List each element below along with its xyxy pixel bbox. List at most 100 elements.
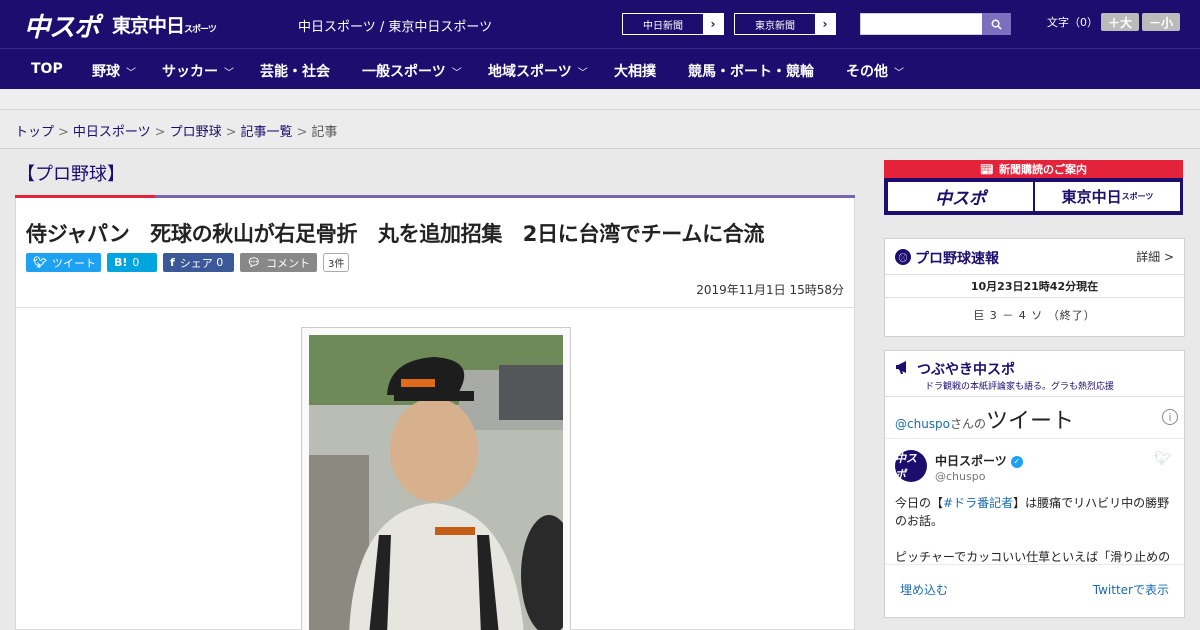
subscribe-tokyo-button[interactable]: 東京中日 スポーツ xyxy=(1035,182,1180,211)
nav-label: 大相撲 xyxy=(614,64,656,80)
player-photo-illustration xyxy=(309,335,563,630)
info-icon[interactable]: i xyxy=(1162,409,1178,425)
tokyo-chunichi-logo[interactable]: 東京中日スポーツ xyxy=(112,11,217,38)
tweet-text-prefix: 今日の【 xyxy=(895,496,944,510)
nav-item-baseball[interactable]: 野球 ﹀ xyxy=(92,61,136,81)
chunichi-shimbun-link[interactable]: 中日新聞 › xyxy=(622,13,724,35)
subscription-title: 📰︎ 新聞購読のご案内 xyxy=(884,160,1183,178)
tokyo-shimbun-label: 東京新聞 xyxy=(755,20,795,32)
main-nav: TOP 野球 ﹀ サッカー ﹀ 芸能・社会 一般スポーツ ﹀ 地域スポーツ ﹀ 大相撲 … xyxy=(0,48,1200,89)
chevron-down-icon: ﹀ xyxy=(126,68,136,79)
twitter-widget: つぶやき中スポ ドラ観戦の本紙評論家も語る。グラも熱烈応援 @chuspoさんの… xyxy=(884,350,1185,618)
twitter-widget-footer: 埋め込む Twitterで表示 xyxy=(885,565,1184,613)
chevron-down-icon: ﹀ xyxy=(451,68,462,79)
breadcrumb-pro-baseball[interactable]: プロ野球 xyxy=(170,125,222,140)
speech-bubble-icon: 💬︎ xyxy=(247,256,261,269)
search-input[interactable] xyxy=(860,13,983,35)
breadcrumb-top[interactable]: トップ xyxy=(15,125,54,140)
twitter-widget-subtitle: ドラ観戦の本紙評論家も語る。グラも熱烈応援 xyxy=(925,382,1115,392)
subscription-title-text: 新聞購読のご案内 xyxy=(998,163,1087,176)
facebook-share-button[interactable]: f シェア 0 xyxy=(163,253,234,272)
top-header: 中スポ 東京中日スポーツ 中日スポーツ / 東京中日スポーツ 中日新聞 › 東京… xyxy=(0,0,1200,48)
nav-item-top[interactable]: TOP xyxy=(31,61,63,77)
nav-label: 地域スポーツ xyxy=(488,64,572,80)
view-on-twitter-link[interactable]: Twitterで表示 xyxy=(1093,581,1169,598)
publish-date: 2019年11月1日 15時58分 xyxy=(696,283,844,297)
tweet-author-name[interactable]: 中日スポーツ ✓ xyxy=(935,452,1023,469)
embed-link[interactable]: 埋め込む xyxy=(900,581,948,598)
timeline-handle-suffix: さんの xyxy=(950,417,987,431)
chevron-right-icon: › xyxy=(815,14,835,34)
facebook-share-count: 0 xyxy=(216,256,224,269)
baseball-score-widget: ⚾︎ プロ野球速報 詳細 > 10月23日21時42分現在 巨 3 － 4 ソ … xyxy=(884,238,1185,337)
nav-label: 芸能・社会 xyxy=(260,64,330,80)
tweet-hashtag-link[interactable]: #ドラ番記者 xyxy=(943,496,1013,510)
comment-button[interactable]: 💬︎ コメント xyxy=(240,253,317,272)
verified-badge-icon: ✓ xyxy=(1010,455,1023,468)
chevron-down-icon: ﹀ xyxy=(894,68,904,79)
nav-item-other[interactable]: その他 ﹀ xyxy=(846,61,904,81)
nav-label: 競馬・ボート・競輪 xyxy=(688,64,814,80)
tokyo-shimbun-link[interactable]: 東京新聞 › xyxy=(734,13,836,35)
font-size-decrease-button[interactable]: －小 xyxy=(1142,13,1180,31)
avatar[interactable]: 中スポ xyxy=(895,450,927,482)
subscribe-tokyo-label: 東京中日 xyxy=(1061,188,1122,206)
newspaper-icon: 📰︎ xyxy=(980,162,994,176)
baseball-icon: ⚾︎ xyxy=(895,249,911,265)
tweet-timeline-header: @chuspoさんのツイート i xyxy=(885,397,1184,439)
breadcrumb-separator: > xyxy=(225,125,237,140)
article-photo[interactable] xyxy=(309,335,563,630)
megaphone-icon xyxy=(896,361,906,374)
nav-item-keiba[interactable]: 競馬・ボート・競輪 xyxy=(688,61,814,81)
article-card: 侍ジャパン 死球の秋山が右足骨折 丸を追加招集 2日に台湾でチームに合流 🐦︎ ツ… xyxy=(15,198,855,630)
article-headline: 侍ジャパン 死球の秋山が右足骨折 丸を追加招集 2日に台湾でチームに合流 xyxy=(26,222,765,246)
tweet-button[interactable]: 🐦︎ ツイート xyxy=(26,253,101,272)
tokyo-logo-small: スポーツ xyxy=(184,25,217,35)
search-button[interactable] xyxy=(982,13,1011,35)
chevron-right-icon: › xyxy=(703,14,723,34)
breadcrumb-chunichi-sports[interactable]: 中日スポーツ xyxy=(73,125,151,140)
article-divider xyxy=(16,307,854,308)
breadcrumb-separator: > xyxy=(58,125,69,140)
nav-label: 一般スポーツ xyxy=(362,64,446,80)
chuspo-logo[interactable]: 中スポ xyxy=(24,7,100,44)
timeline-title: @chuspoさんのツイート xyxy=(895,403,1074,435)
game-score[interactable]: 巨 3 － 4 ソ （終了） xyxy=(885,298,1184,334)
hatena-bookmark-button[interactable]: B! 0 xyxy=(107,253,157,272)
newspaper-subscription-banner[interactable]: 📰︎ 新聞購読のご案内 中スポ 東京中日 スポーツ xyxy=(884,160,1183,215)
comment-button-label: コメント xyxy=(265,256,310,270)
comment-count-badge[interactable]: 3件 xyxy=(323,253,350,272)
site-name: 中日スポーツ / 東京中日スポーツ xyxy=(298,20,493,35)
nav-item-general-sports[interactable]: 一般スポーツ ﹀ xyxy=(362,61,462,81)
facebook-icon: f xyxy=(170,256,175,269)
font-size-increase-button[interactable]: ＋大 xyxy=(1101,13,1139,31)
hatena-count: 0 xyxy=(132,256,140,269)
tweet-item[interactable]: 中スポ 中日スポーツ ✓ @chuspo 🐦︎ 今日の【#ドラ番記者】は腰痛でリハ… xyxy=(885,439,1184,565)
nav-item-local-sports[interactable]: 地域スポーツ ﹀ xyxy=(488,61,588,81)
tweet-button-label: ツイート xyxy=(51,256,96,270)
nav-label: TOP xyxy=(31,61,63,77)
baseball-detail-link[interactable]: 詳細 > xyxy=(1136,248,1174,265)
chunichi-shimbun-label: 中日新聞 xyxy=(643,20,683,32)
nav-item-entertainment[interactable]: 芸能・社会 xyxy=(260,61,330,81)
baseball-widget-title: プロ野球速報 xyxy=(915,251,999,267)
nav-item-soccer[interactable]: サッカー ﹀ xyxy=(162,61,234,81)
tokyo-logo-text: 東京中日 xyxy=(112,15,185,37)
tweet-text: 今日の【#ドラ番記者】は腰痛でリハビリ中の勝野のお話。 ピッチャーでカッコいい仕草… xyxy=(895,494,1175,564)
tweet-text-line2: ピッチャーでカッコいい仕草といえば「滑り止めの xyxy=(895,550,1171,564)
subscribe-chuspo-button[interactable]: 中スポ xyxy=(888,182,1033,211)
breadcrumb-separator: > xyxy=(154,125,166,140)
tweet-author-name-text: 中日スポーツ xyxy=(935,454,1007,468)
tweet-screen-name[interactable]: @chuspo xyxy=(935,470,985,483)
breadcrumb-article-list[interactable]: 記事一覧 xyxy=(241,125,293,140)
breadcrumb-current: 記事 xyxy=(311,125,338,140)
twitter-bird-icon[interactable]: 🐦︎ xyxy=(1154,451,1172,467)
article-photo-frame xyxy=(301,327,571,630)
facebook-share-label: シェア xyxy=(179,256,213,270)
nav-item-sumo[interactable]: 大相撲 xyxy=(614,61,656,81)
chevron-down-icon: ﹀ xyxy=(224,68,234,79)
baseball-widget-header: ⚾︎ プロ野球速報 詳細 > xyxy=(885,239,1184,275)
sub-nav-gap xyxy=(0,89,1200,110)
timeline-handle[interactable]: @chuspo xyxy=(895,417,950,431)
breadcrumb-separator: > xyxy=(296,125,308,140)
